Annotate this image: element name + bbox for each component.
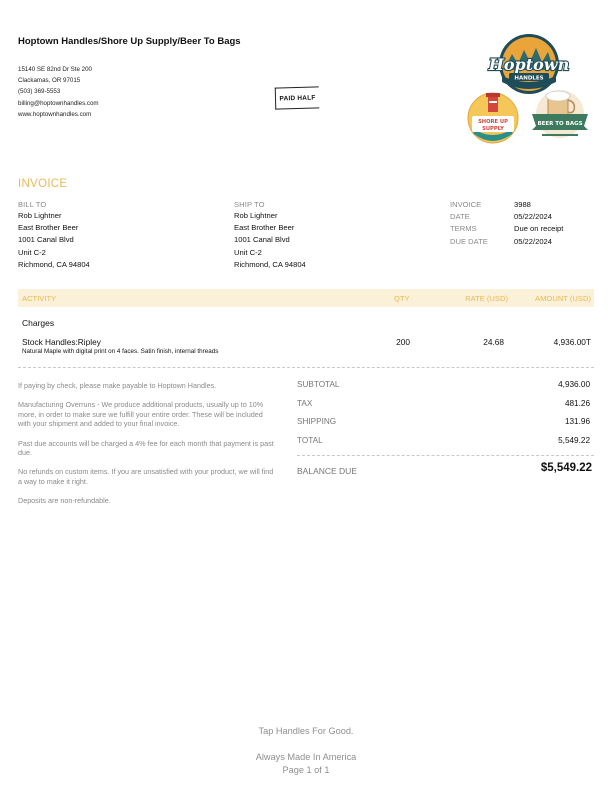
header-activity: ACTIVITY <box>22 294 57 303</box>
totals-divider <box>297 455 594 456</box>
meta-label: DATE <box>450 212 470 222</box>
shore-up-supply-logo: SHORE UP SUPPLY <box>467 92 519 144</box>
hoptown-logo: Hoptown HANDLES <box>487 34 570 94</box>
invoice-number: 3988 <box>514 200 531 209</box>
total-label: TOTAL <box>297 435 323 445</box>
line-item-name: Stock Handles:Ripley <box>22 337 101 347</box>
company-email: billing@hoptownhandles.com <box>18 99 99 107</box>
tax-value: 481.26 <box>564 398 590 408</box>
note-paragraph: Deposits are non-refundable. <box>18 496 111 506</box>
meta-label: TERMS <box>450 224 477 234</box>
invoice-meta: INVOICE 3988 DATE 05/22/2024 TERMS Due o… <box>450 200 563 249</box>
subtotal-value: 4,936.00 <box>558 380 590 389</box>
header-amount: AMOUNT (USD) <box>535 294 591 303</box>
invoice-title: INVOICE <box>18 178 68 190</box>
hoptown-logo-text: Hoptown <box>488 55 569 74</box>
company-name: Hoptown Handles/Shore Up Supply/Beer To … <box>18 36 241 47</box>
bill-to-line: 1001 Canal Blvd <box>18 235 74 245</box>
total-value: 5,549.22 <box>558 435 590 445</box>
ship-to-line: Rob Lightner <box>234 211 278 220</box>
beer-to-bags-logo: BEER TO BAGS <box>532 90 588 138</box>
line-item-amount: 4,936.00T <box>553 337 591 347</box>
company-address-line1: 15140 SE 82nd Dr Ste 200 <box>18 66 92 73</box>
company-logos: Hoptown HANDLES SHORE UP SUPPLY BEER TO … <box>467 34 588 144</box>
company-phone: (503) 369-5553 <box>18 88 61 96</box>
note-paragraph: Past due accounts will be charged a 4% f… <box>18 438 274 458</box>
header-rate: RATE (USD) <box>465 294 508 303</box>
balance-due-value: $5,549.22 <box>540 462 592 474</box>
invoice-notes: If paying by check, please make payable … <box>18 381 276 516</box>
ship-to-line: Richmond, CA 94804 <box>234 259 306 269</box>
ship-to-label: SHIP TO <box>234 200 265 209</box>
hoptown-logo-subtext: HANDLES <box>514 76 543 82</box>
total-row-total: TOTAL 5,549.22 <box>297 436 590 455</box>
totals-block: SUBTOTAL 4,936.00 TAX 481.26 SHIPPING 13… <box>297 380 590 454</box>
company-website: www.hoptownhandles.com <box>18 110 92 118</box>
total-row-tax: TAX 481.26 <box>297 399 590 418</box>
invoice-terms: Due on receipt <box>514 224 564 234</box>
svg-text:SHORE UP: SHORE UP <box>478 119 508 125</box>
bill-to-line: Richmond, CA 94804 <box>18 259 90 269</box>
ship-to-line: East Brother Beer <box>234 223 295 233</box>
ship-to-line: Unit C-2 <box>234 247 262 257</box>
footer-tagline: Tap Handles For Good. <box>258 726 354 736</box>
balance-due-label: BALANCE DUE <box>297 466 357 476</box>
shipping-value: 131.96 <box>564 417 590 426</box>
invoice-due-date: 05/22/2024 <box>514 236 553 246</box>
footer-page-number: Page 1 of 1 <box>282 765 330 775</box>
note-paragraph: Manufacturing Overruns - We produce addi… <box>18 400 264 429</box>
header-qty: QTY <box>394 294 410 303</box>
line-item-description: Natural Maple with digital print on 4 fa… <box>22 348 219 355</box>
bill-to-label: BILL TO <box>18 200 47 209</box>
line-item-qty: 200 <box>396 337 410 347</box>
charges-section-label: Charges <box>22 318 55 328</box>
meta-row-invoice: INVOICE 3988 <box>450 200 563 212</box>
line-items-header: ACTIVITY QTY RATE (USD) AMOUNT (USD) <box>18 289 594 307</box>
note-paragraph: No refunds on custom items. If you are u… <box>18 467 274 486</box>
paid-half-stamp: PAID HALF <box>274 86 320 110</box>
line-item-rate: 24.68 <box>483 337 504 347</box>
ship-to-line: 1001 Canal Blvd <box>234 235 290 245</box>
svg-text:SUPPLY: SUPPLY <box>482 126 504 132</box>
bill-to-line: East Brother Beer <box>18 223 79 233</box>
company-contact: 15140 SE 82nd Dr Ste 200 Clackamas, OR 9… <box>18 64 99 120</box>
meta-row-terms: TERMS Due on receipt <box>450 224 563 236</box>
meta-row-due-date: DUE DATE 05/22/2024 <box>450 237 563 249</box>
total-label: SHIPPING <box>297 417 337 426</box>
bill-to-line: Rob Lightner <box>18 211 62 220</box>
total-label: TAX <box>297 398 313 408</box>
total-label: SUBTOTAL <box>297 380 340 389</box>
company-address-line2: Clackamas, OR 97015 <box>18 77 81 85</box>
note-paragraph: If paying by check, please make payable … <box>18 381 217 390</box>
total-row-shipping: SHIPPING 131.96 <box>297 417 590 436</box>
ship-to-block: SHIP TO Rob Lightner East Brother Beer 1… <box>234 200 306 271</box>
meta-row-date: DATE 05/22/2024 <box>450 212 563 224</box>
bill-to-line: Unit C-2 <box>18 247 46 257</box>
meta-label: INVOICE <box>450 200 482 209</box>
total-row-subtotal: SUBTOTAL 4,936.00 <box>297 380 590 399</box>
invoice-date: 05/22/2024 <box>514 212 553 222</box>
meta-label: DUE DATE <box>450 236 488 246</box>
footer-made-in: Always Made In America <box>255 752 357 762</box>
bill-to-block: BILL TO Rob Lightner East Brother Beer 1… <box>18 200 90 271</box>
svg-text:BEER TO BAGS: BEER TO BAGS <box>537 121 582 127</box>
items-divider <box>18 367 594 368</box>
